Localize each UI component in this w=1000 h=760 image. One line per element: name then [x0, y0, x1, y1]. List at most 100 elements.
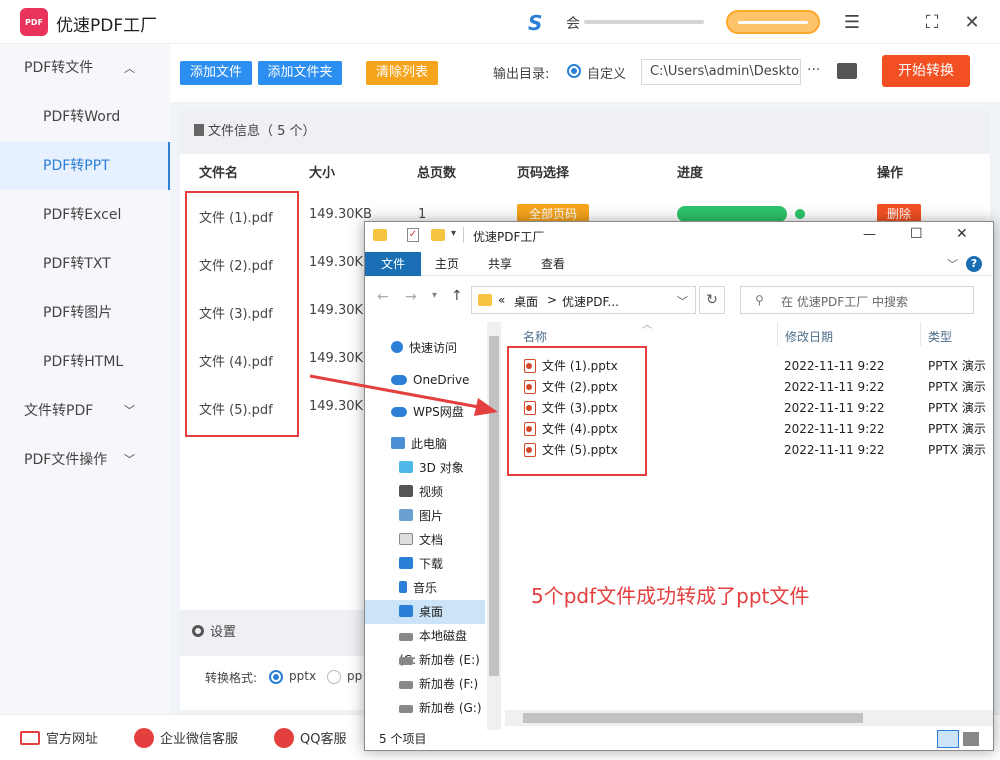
- qq-link[interactable]: QQ客服: [274, 728, 346, 748]
- tree-videos[interactable]: 视频: [365, 480, 485, 504]
- tree-desktop[interactable]: 桌面: [365, 600, 485, 624]
- sidebar-item-pdf-to-html[interactable]: PDF转HTML: [0, 338, 170, 386]
- back-icon[interactable]: ←: [377, 289, 389, 305]
- recent-dropdown-icon[interactable]: ▾: [432, 290, 437, 301]
- sidebar-item-pdf-to-word[interactable]: PDF转Word: [0, 93, 170, 141]
- col-name[interactable]: 名称: [523, 328, 547, 345]
- add-folder-button[interactable]: 添加文件夹: [258, 61, 342, 85]
- music-icon: [399, 581, 407, 593]
- tree-music[interactable]: 音乐: [365, 576, 485, 600]
- picture-icon: [399, 509, 413, 521]
- gear-icon: [192, 625, 204, 637]
- quick-access-dropdown-icon[interactable]: ▾: [451, 228, 456, 239]
- vip-button[interactable]: [726, 10, 820, 34]
- properties-icon[interactable]: ✓: [407, 228, 419, 242]
- download-icon: [399, 557, 413, 569]
- sidebar-item-file-to-pdf[interactable]: 文件转PDF ﹀: [0, 387, 170, 435]
- chevron-up-icon: ︿: [124, 62, 135, 75]
- sidebar-item-pdf-to-ppt[interactable]: PDF转PPT: [0, 142, 170, 190]
- tree-drive-e[interactable]: 新加卷 (E:): [365, 648, 485, 672]
- search-icon: ⚲: [755, 293, 764, 307]
- clear-list-button[interactable]: 清除列表: [366, 61, 438, 85]
- tree-drive-f[interactable]: 新加卷 (F:): [365, 672, 485, 696]
- format-ppt-radio[interactable]: [327, 670, 341, 684]
- tab-file[interactable]: 文件: [365, 252, 421, 276]
- add-file-button[interactable]: 添加文件: [180, 61, 252, 85]
- forward-icon[interactable]: →: [405, 289, 417, 305]
- sidebar-item-pdf-to-txt[interactable]: PDF转TXT: [0, 240, 170, 288]
- sidebar-item-pdf-to-image[interactable]: PDF转图片: [0, 289, 170, 337]
- address-dropdown-icon[interactable]: ﹀: [677, 293, 688, 309]
- tree-documents[interactable]: 文档: [365, 528, 485, 552]
- drive-icon: [399, 705, 413, 713]
- file-date: 2022-11-11 9:22: [784, 443, 885, 457]
- help-icon[interactable]: ?: [966, 256, 982, 272]
- refresh-icon[interactable]: ↻: [699, 286, 725, 314]
- col-pages: 总页数: [417, 166, 457, 181]
- tree-pictures[interactable]: 图片: [365, 504, 485, 528]
- menu-icon[interactable]: ☰: [842, 12, 862, 33]
- row-size: 149.30KB: [309, 207, 372, 222]
- sidebar-item-pdf-operations[interactable]: PDF文件操作 ﹀: [0, 436, 170, 484]
- breadcrumb-folder[interactable]: 优速PDF...: [562, 293, 619, 310]
- format-ppt-label: pp: [347, 669, 363, 683]
- row-pages: 1: [418, 207, 427, 222]
- col-type[interactable]: 类型: [928, 328, 952, 345]
- file-type: PPTX 演示: [928, 380, 986, 394]
- new-folder-icon[interactable]: [431, 229, 445, 241]
- tree-this-pc[interactable]: 此电脑: [365, 432, 485, 456]
- file-type: PPTX 演示: [928, 359, 986, 373]
- output-dir-label: 输出目录:: [493, 67, 550, 82]
- chevron-down-icon: ﹀: [124, 453, 135, 466]
- wechat-link[interactable]: 企业微信客服: [134, 728, 238, 748]
- computer-icon: [391, 437, 405, 449]
- close-icon[interactable]: ✕: [956, 226, 968, 242]
- row-size: 149.30KB: [309, 351, 372, 366]
- custom-radio[interactable]: [567, 64, 581, 78]
- tree-quick-access[interactable]: 快速访问: [365, 336, 485, 360]
- breadcrumb-desktop[interactable]: 桌面: [514, 293, 538, 310]
- highlight-box-pptx: [507, 346, 647, 476]
- chevron-down-icon: ﹀: [124, 404, 135, 417]
- file-date: 2022-11-11 9:22: [784, 401, 885, 415]
- search-input[interactable]: ⚲ 在 优速PDF工厂 中搜索: [740, 286, 974, 314]
- star-icon: [391, 341, 403, 353]
- output-path-input[interactable]: C:\Users\admin\Deskto: [641, 59, 801, 85]
- status-item-count: 5 个项目: [379, 732, 427, 746]
- tab-share[interactable]: 共享: [478, 252, 522, 276]
- annotation-arrow: [309, 374, 498, 416]
- address-bar[interactable]: « 桌面 > 优速PDF... ﹀: [471, 286, 696, 314]
- search-placeholder: 在 优速PDF工厂 中搜索: [781, 295, 909, 309]
- large-icons-view-icon[interactable]: [963, 732, 979, 746]
- sidebar-item-pdf-to-file[interactable]: PDF转文件 ︿: [0, 44, 170, 92]
- col-page-select: 页码选择: [517, 166, 570, 181]
- maximize-icon[interactable]: ☐: [910, 226, 923, 242]
- user-account[interactable]: S 会: [528, 11, 708, 35]
- up-icon[interactable]: ↑: [451, 288, 463, 304]
- tree-3d-objects[interactable]: 3D 对象: [365, 456, 485, 480]
- file-type: PPTX 演示: [928, 401, 986, 415]
- website-link[interactable]: 官方网址: [20, 728, 98, 747]
- horizontal-scrollbar[interactable]: [505, 710, 993, 726]
- tree-downloads[interactable]: 下载: [365, 552, 485, 576]
- breadcrumb-overflow[interactable]: «: [498, 293, 505, 307]
- format-pptx-radio[interactable]: [269, 670, 283, 684]
- folder-icon[interactable]: [837, 63, 857, 79]
- minimize-icon[interactable]: —: [863, 227, 876, 242]
- tree-drive-c[interactable]: 本地磁盘 (C:: [365, 624, 485, 667]
- maximize-icon[interactable]: ⛶: [922, 12, 942, 33]
- col-date[interactable]: 修改日期: [785, 328, 833, 345]
- tab-home[interactable]: 主页: [425, 252, 469, 276]
- file-date: 2022-11-11 9:22: [784, 359, 885, 373]
- drive-icon: [399, 681, 413, 689]
- details-view-icon[interactable]: [937, 730, 959, 748]
- expand-ribbon-icon[interactable]: ﹀: [947, 256, 958, 272]
- col-progress: 进度: [677, 166, 704, 181]
- start-convert-button[interactable]: 开始转换: [882, 55, 970, 87]
- tree-drive-g[interactable]: 新加卷 (G:): [365, 696, 485, 720]
- more-button[interactable]: ···: [807, 62, 820, 78]
- sidebar-item-pdf-to-excel[interactable]: PDF转Excel: [0, 191, 170, 239]
- close-icon[interactable]: ✕: [962, 12, 982, 33]
- user-name: 会: [566, 16, 580, 32]
- tab-view[interactable]: 查看: [531, 252, 575, 276]
